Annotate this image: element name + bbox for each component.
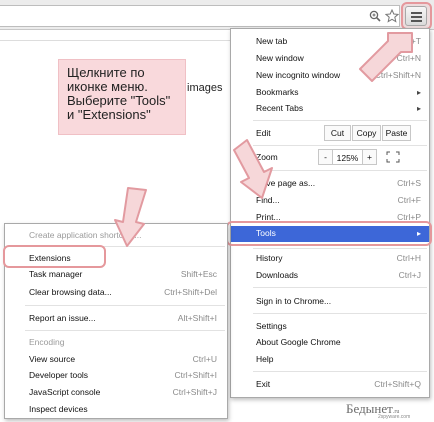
menu-item-label: JavaScript console: [29, 387, 101, 397]
menu-item-label: Exit: [256, 379, 271, 389]
menu-item-downloads[interactable]: Downloads Ctrl+J: [231, 268, 429, 283]
callout-line: иконке меню.: [67, 79, 148, 94]
menu-item-label: New incognito window: [256, 70, 341, 80]
menu-item-settings[interactable]: Settings: [231, 319, 429, 334]
submenu-item-report-issue[interactable]: Report an issue... Alt+Shift+I: [5, 311, 227, 326]
menu-item-find[interactable]: Find... Ctrl+F: [231, 193, 429, 208]
menu-item-label: Bookmarks: [256, 87, 299, 97]
hamburger-menu-icon: [411, 20, 422, 22]
submenu-item-clear-browsing[interactable]: Clear browsing data... Ctrl+Shift+Del: [5, 285, 227, 300]
hamburger-menu-icon: [411, 16, 422, 18]
submenu-item-developer-tools[interactable]: Developer tools Ctrl+Shift+I: [5, 368, 227, 383]
menu-divider: [253, 287, 427, 288]
menu-item-label: Create application shortcuts...: [29, 230, 142, 240]
menu-divider: [253, 313, 427, 314]
copy-button[interactable]: Copy: [352, 125, 381, 141]
submenu-item-inspect-devices[interactable]: Inspect devices: [5, 402, 227, 417]
callout-line: и "Extensions": [67, 107, 151, 122]
cut-button[interactable]: Cut: [324, 125, 351, 141]
watermark-subtext: 2spyware.com: [378, 414, 411, 420]
menu-divider: [253, 170, 427, 171]
shortcut-text: Ctrl+U: [192, 354, 217, 364]
menu-item-help[interactable]: Help: [231, 352, 429, 367]
shortcut-text: Ctrl+Shift+Del: [164, 287, 217, 297]
callout-line: Выберите "Tools": [67, 93, 171, 108]
submenu-arrow-icon: ▸: [416, 88, 421, 97]
menu-divider: [253, 120, 427, 121]
menu-divider: [25, 305, 225, 306]
menu-item-bookmarks[interactable]: Bookmarks ▸: [231, 85, 429, 100]
menu-item-new-incognito[interactable]: New incognito window Ctrl+Shift+N: [231, 68, 429, 83]
chrome-menu-button[interactable]: [405, 6, 427, 26]
menu-divider: [253, 248, 427, 249]
menu-item-label: Help: [256, 354, 274, 364]
instruction-callout: Щелкните по иконке меню. Выберите "Tools…: [58, 59, 186, 135]
paste-button[interactable]: Paste: [382, 125, 411, 141]
menu-item-new-tab[interactable]: New tab Ctrl+T: [231, 34, 429, 49]
magnifier-icon[interactable]: [369, 10, 381, 22]
zoom-in-button[interactable]: +: [362, 149, 377, 165]
page-area: [0, 31, 230, 41]
submenu-item-encoding[interactable]: Encoding: [5, 335, 227, 350]
menu-item-sign-in[interactable]: Sign in to Chrome...: [231, 294, 429, 309]
menu-divider: [253, 371, 427, 372]
extensions-item-highlight: [3, 245, 106, 268]
page-text: images: [187, 82, 223, 94]
menu-item-label: About Google Chrome: [256, 337, 341, 347]
shortcut-text: Ctrl+N: [396, 53, 421, 63]
tools-item-highlight: [226, 221, 432, 246]
submenu-arrow-icon: ▸: [416, 104, 421, 113]
submenu-item-js-console[interactable]: JavaScript console Ctrl+Shift+J: [5, 385, 227, 400]
address-bar[interactable]: [0, 5, 400, 27]
submenu-item-view-source[interactable]: View source Ctrl+U: [5, 352, 227, 367]
shortcut-text: Ctrl+F: [397, 195, 421, 205]
menu-item-label: Downloads: [256, 270, 299, 280]
menu-item-label: Recent Tabs: [256, 103, 304, 113]
menu-item-label: History: [256, 253, 283, 263]
submenu-item-task-manager[interactable]: Task manager Shift+Esc: [5, 267, 227, 282]
fullscreen-icon[interactable]: [386, 151, 400, 163]
shortcut-text: Alt+Shift+I: [177, 313, 217, 323]
menu-item-label: Find...: [256, 195, 280, 205]
chrome-main-menu: New tab Ctrl+T New window Ctrl+N New incog…: [230, 28, 430, 398]
menu-item-label: Edit: [256, 128, 271, 138]
hamburger-menu-icon: [411, 12, 422, 14]
shortcut-text: Ctrl+Shift+I: [174, 370, 217, 380]
submenu-item-create-shortcuts[interactable]: Create application shortcuts...: [5, 228, 227, 243]
menu-divider: [253, 145, 427, 146]
menu-item-exit[interactable]: Exit Ctrl+Shift+Q: [231, 377, 429, 392]
menu-item-label: New window: [256, 53, 304, 63]
menu-item-new-window[interactable]: New window Ctrl+N: [231, 51, 429, 66]
menu-item-label: Encoding: [29, 337, 65, 347]
menu-item-label: Report an issue...: [29, 313, 96, 323]
menu-item-label: Save page as...: [256, 178, 316, 188]
menu-item-label: Settings: [256, 321, 287, 331]
shortcut-text: Ctrl+Shift+Q: [374, 379, 421, 389]
shortcut-text: Ctrl+J: [398, 270, 421, 280]
menu-item-label: Clear browsing data...: [29, 287, 112, 297]
menu-item-history[interactable]: History Ctrl+H: [231, 251, 429, 266]
callout-line: Щелкните по: [67, 65, 145, 80]
menu-item-label: Task manager: [29, 269, 83, 279]
shortcut-text: Ctrl+Shift+N: [374, 70, 421, 80]
menu-item-label: View source: [29, 354, 76, 364]
zoom-out-button[interactable]: -: [318, 149, 333, 165]
zoom-level-value: 125%: [333, 149, 362, 165]
menu-divider: [25, 330, 225, 331]
menu-item-label: Sign in to Chrome...: [256, 296, 332, 306]
browser-toolbar: [0, 0, 434, 30]
menu-item-label: Inspect devices: [29, 404, 88, 414]
shortcut-text: Ctrl+Shift+J: [172, 387, 217, 397]
shortcut-text: Shift+Esc: [180, 269, 217, 279]
menu-item-label: Zoom: [256, 152, 278, 162]
menu-item-recent-tabs[interactable]: Recent Tabs ▸: [231, 101, 429, 116]
shortcut-text: Ctrl+T: [397, 36, 421, 46]
shortcut-text: Ctrl+H: [396, 253, 421, 263]
menu-item-label: New tab: [256, 36, 288, 46]
shortcut-text: Ctrl+S: [397, 178, 421, 188]
bookmark-star-icon[interactable]: [385, 9, 399, 23]
menu-item-save-page[interactable]: Save page as... Ctrl+S: [231, 176, 429, 191]
menu-item-label: Developer tools: [29, 370, 89, 380]
menu-item-about[interactable]: About Google Chrome: [231, 335, 429, 350]
